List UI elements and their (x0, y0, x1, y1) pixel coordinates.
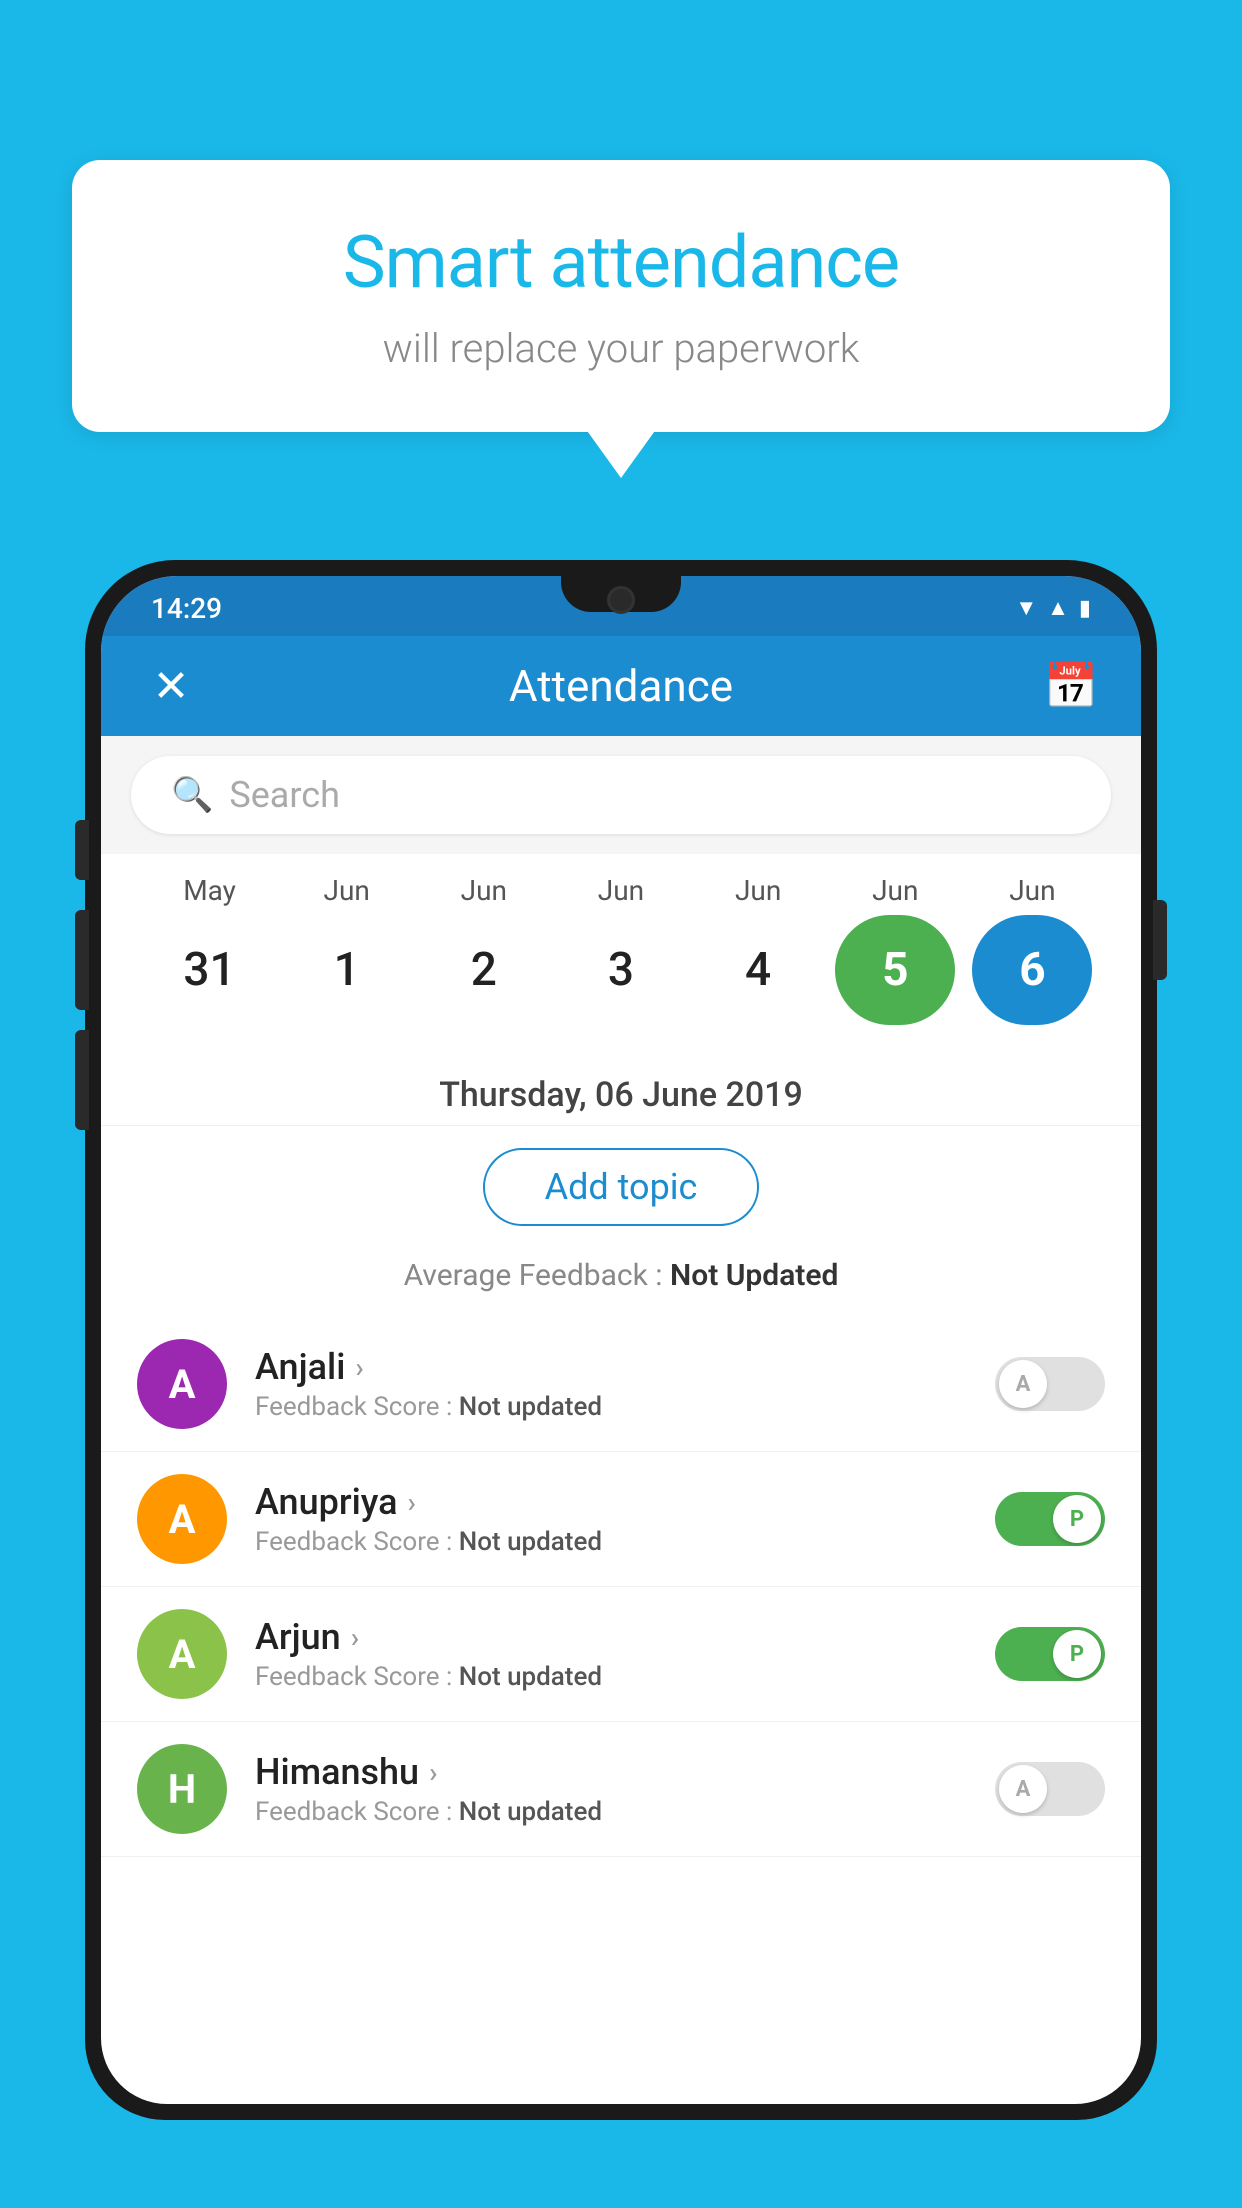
date-day-3[interactable]: 3 (561, 915, 681, 1025)
search-container: 🔍 Search (101, 736, 1141, 854)
toggle-knob-arjun: P (1053, 1630, 1101, 1678)
search-bar[interactable]: 🔍 Search (131, 756, 1111, 834)
student-feedback-anupriya: Feedback Score : Not updated (255, 1527, 967, 1557)
chevron-arjun: › (351, 1621, 359, 1654)
phone-screen: 14:29 ▼ ▲ ▮ ✕ Attendance 📅 🔍 Search (101, 576, 1141, 2104)
speech-bubble: Smart attendance will replace your paper… (72, 160, 1170, 432)
date-picker: May Jun Jun Jun Jun Jun Jun 31 1 2 3 4 5… (101, 854, 1141, 1055)
date-day-1[interactable]: 1 (287, 915, 407, 1025)
phone-camera (607, 586, 635, 614)
selected-date-text: Thursday, 06 June 2019 (439, 1075, 803, 1115)
attendance-toggle-arjun[interactable]: P (995, 1627, 1105, 1681)
signal-icon: ▲ (1047, 595, 1069, 621)
toggle-himanshu[interactable]: A (995, 1762, 1105, 1816)
student-name-anjali: Anjali › (255, 1346, 967, 1388)
phone-side-button-left2 (75, 910, 89, 1010)
date-day-5-today[interactable]: 5 (835, 915, 955, 1025)
month-3: Jun (561, 874, 681, 907)
chevron-anupriya: › (408, 1486, 416, 1519)
phone-side-button-left3 (75, 1030, 89, 1130)
toggle-knob-anupriya: P (1053, 1495, 1101, 1543)
toggle-arjun[interactable]: P (995, 1627, 1105, 1681)
student-name-arjun: Arjun › (255, 1616, 967, 1658)
add-topic-container: Add topic (101, 1126, 1141, 1248)
toggle-knob-anjali: A (999, 1360, 1047, 1408)
student-list: A Anjali › Feedback Score : Not updated … (101, 1317, 1141, 1857)
month-1: Jun (287, 874, 407, 907)
student-item-anjali: A Anjali › Feedback Score : Not updated … (101, 1317, 1141, 1452)
phone-side-button-right (1153, 900, 1167, 980)
toggle-anjali[interactable]: A (995, 1357, 1105, 1411)
phone-frame: 14:29 ▼ ▲ ▮ ✕ Attendance 📅 🔍 Search (85, 560, 1157, 2208)
student-name-anupriya: Anupriya › (255, 1481, 967, 1523)
student-info-arjun[interactable]: Arjun › Feedback Score : Not updated (255, 1616, 967, 1692)
wifi-icon: ▼ (1015, 595, 1037, 621)
avg-feedback-label: Average Feedback : (404, 1258, 670, 1293)
month-2: Jun (424, 874, 544, 907)
avg-feedback-section: Average Feedback : Not Updated (101, 1248, 1141, 1317)
battery-icon: ▮ (1079, 596, 1091, 621)
search-placeholder: Search (229, 774, 340, 816)
chevron-himanshu: › (429, 1756, 437, 1789)
app-bar-title: Attendance (201, 660, 1041, 712)
phone-side-button-left1 (75, 820, 89, 880)
month-6: Jun (972, 874, 1092, 907)
student-item-himanshu: H Himanshu › Feedback Score : Not update… (101, 1722, 1141, 1857)
student-feedback-himanshu: Feedback Score : Not updated (255, 1797, 967, 1827)
month-0: May (150, 874, 270, 907)
selected-date-info: Thursday, 06 June 2019 (101, 1055, 1141, 1126)
date-day-4[interactable]: 4 (698, 915, 818, 1025)
avatar-himanshu: H (137, 1744, 227, 1834)
student-item-anupriya: A Anupriya › Feedback Score : Not update… (101, 1452, 1141, 1587)
status-time: 14:29 (151, 592, 222, 625)
add-topic-button[interactable]: Add topic (483, 1148, 760, 1226)
close-icon[interactable]: ✕ (141, 660, 201, 712)
student-info-himanshu[interactable]: Himanshu › Feedback Score : Not updated (255, 1751, 967, 1827)
student-item-arjun: A Arjun › Feedback Score : Not updated P (101, 1587, 1141, 1722)
attendance-toggle-himanshu[interactable]: A (995, 1762, 1105, 1816)
attendance-toggle-anjali[interactable]: A (995, 1357, 1105, 1411)
avatar-anupriya: A (137, 1474, 227, 1564)
status-icons: ▼ ▲ ▮ (1015, 595, 1091, 621)
speech-bubble-container: Smart attendance will replace your paper… (72, 160, 1170, 432)
toggle-anupriya[interactable]: P (995, 1492, 1105, 1546)
student-feedback-arjun: Feedback Score : Not updated (255, 1662, 967, 1692)
student-feedback-anjali: Feedback Score : Not updated (255, 1392, 967, 1422)
date-day-6-selected[interactable]: 6 (972, 915, 1092, 1025)
toggle-knob-himanshu: A (999, 1765, 1047, 1813)
date-day-2[interactable]: 2 (424, 915, 544, 1025)
phone-outer: 14:29 ▼ ▲ ▮ ✕ Attendance 📅 🔍 Search (85, 560, 1157, 2120)
student-info-anjali[interactable]: Anjali › Feedback Score : Not updated (255, 1346, 967, 1422)
avatar-arjun: A (137, 1609, 227, 1699)
month-4: Jun (698, 874, 818, 907)
chevron-anjali: › (355, 1351, 363, 1384)
avatar-anjali: A (137, 1339, 227, 1429)
date-days-row: 31 1 2 3 4 5 6 (131, 915, 1111, 1025)
student-info-anupriya[interactable]: Anupriya › Feedback Score : Not updated (255, 1481, 967, 1557)
date-months-row: May Jun Jun Jun Jun Jun Jun (131, 874, 1111, 907)
month-5: Jun (835, 874, 955, 907)
app-bar: ✕ Attendance 📅 (101, 636, 1141, 736)
attendance-toggle-anupriya[interactable]: P (995, 1492, 1105, 1546)
search-icon: 🔍 (171, 775, 213, 815)
avg-feedback-value: Not Updated (670, 1258, 838, 1293)
bubble-title: Smart attendance (152, 220, 1090, 305)
bubble-subtitle: will replace your paperwork (152, 325, 1090, 372)
date-day-31[interactable]: 31 (150, 915, 270, 1025)
student-name-himanshu: Himanshu › (255, 1751, 967, 1793)
calendar-icon[interactable]: 📅 (1041, 660, 1101, 712)
